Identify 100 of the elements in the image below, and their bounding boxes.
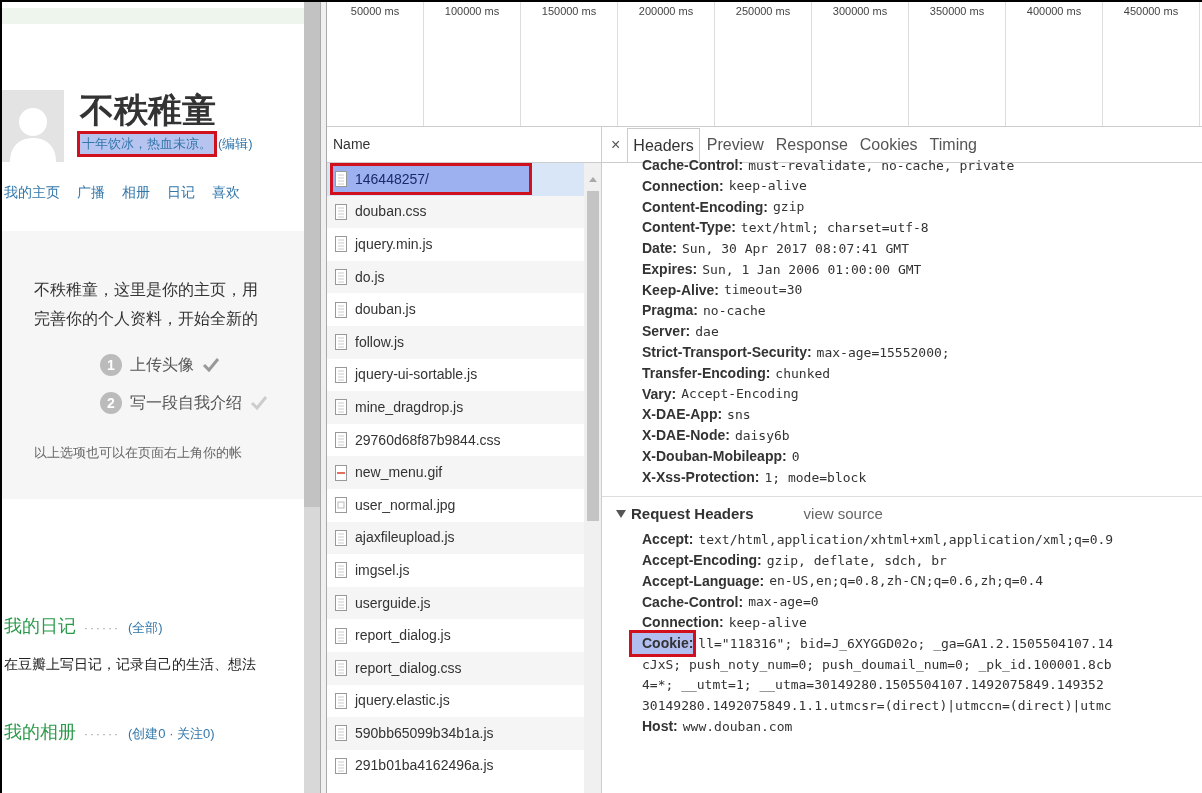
header-value: Accept-Encoding [681,385,799,404]
request-row[interactable]: do.js [327,260,584,294]
timeline-tick: 150000 ms [541,4,597,16]
document-icon [335,334,347,351]
request-name: jquery.min.js [355,235,433,254]
nav-link[interactable]: 相册 [122,182,150,203]
header-value: 0 [791,447,800,466]
document-icon [335,725,347,742]
request-name: do.js [355,267,385,287]
header-key: Accept-Language: [642,570,765,592]
header-key: X-Douban-Mobileapp: [642,446,787,468]
header-key: X-Xss-Protection: [642,466,760,488]
request-name: ajaxfileupload.js [355,528,455,548]
request-row[interactable]: 146448257/ [327,163,584,196]
view-source-link[interactable]: view source [803,502,883,526]
nav-link[interactable]: 我的主页 [4,182,60,203]
request-name: jquery-ui-sortable.js [355,365,478,385]
column-header[interactable]: Name [333,134,371,155]
header-key: Cache-Control: [642,591,744,613]
scrollbar[interactable] [304,2,320,793]
header-key: Vary: [642,383,677,405]
header-value: daisy6b [734,427,790,445]
profile-name: 不秩稚童 [80,90,217,130]
header-key: Cookie: [632,633,694,655]
header-value: 30149280.1492075849.1.1.utmcsr=(direct)|utmccn=(direct)|utmc [642,697,1112,716]
header-key: Accept: [642,529,694,551]
request-row[interactable]: douban.css [327,195,584,229]
section-heading: Request Headers [631,503,754,524]
step-label: 写一段自我介绍 [130,393,242,413]
request-name: jquery.elastic.js [355,691,450,711]
section-link[interactable]: (全部) [128,618,163,638]
header-value: no-cache [703,302,766,321]
request-name: 146448257/ [355,169,429,189]
header-value: Sun, 1 Jan 2006 01:00:00 GMT [702,260,922,279]
header-value: 4=*; __utmt=1; __utma=30149280.1505504107.1492075849.149352 [642,676,1104,695]
document-icon [335,399,347,416]
header-value: cJxS; push_noty_num=0; push_doumail_num=0; _pk_id.100001.8cb [642,655,1112,674]
header-value: chunked [775,364,831,383]
request-row[interactable]: new_menu.gif [327,456,584,489]
request-row[interactable]: report_dialog.css [327,651,584,685]
request-name: douban.css [355,202,427,222]
request-row[interactable]: ajaxfileupload.js [327,521,584,555]
header-key: Server: [642,321,691,343]
timeline-tick: 300000 ms [832,4,888,16]
scroll-up-icon[interactable] [587,175,598,183]
document-icon [335,627,347,644]
section-link[interactable]: (创建0 · 关注0) [128,724,215,744]
request-row[interactable]: mine_dragdrop.js [327,391,584,424]
nav-link[interactable]: 日记 [167,182,195,203]
header-key: Connection: [642,612,724,634]
header-key: Host: [642,716,678,738]
image-file-icon [335,497,347,514]
hint-text: 以上选项也可以在页面右上角你的帐 [34,444,243,462]
document-icon [335,203,347,220]
nav-link[interactable]: 喜欢 [212,182,240,203]
header-key: Strict-Transport-Security: [642,342,812,364]
header-value: keep-alive [728,614,807,633]
profile-bio: 十年饮冰，热血未凉。 [80,134,214,154]
document-icon [335,171,347,188]
edit-link[interactable]: (编辑) [218,134,253,154]
request-row[interactable]: 590bb65099b34b1a.js [327,717,584,750]
header-value: gzip [773,198,805,217]
scrollbar-thumb[interactable] [304,2,320,507]
document-icon [335,366,347,383]
document-icon [335,692,347,709]
nav-link[interactable]: 广播 [77,182,105,203]
document-icon [335,432,347,449]
request-name: douban.js [355,300,416,320]
header-key: Content-Type: [642,217,736,239]
header-value: gzip, deflate, sdch, br [766,551,947,570]
list-scrollbar[interactable] [584,163,601,793]
request-name: 291b01ba4162496a.js [355,756,494,776]
header-key: Expires: [642,258,698,280]
timeline-tick: 450000 ms [1123,4,1179,16]
header-value: en-US,en;q=0.8,zh-CN;q=0.6,zh;q=0.4 [769,572,1044,591]
header-value: www.douban.com [682,718,793,737]
header-value: text/html,application/xhtml+xml,application/xml;q=0.9 [698,530,1114,549]
request-name: mine_dragdrop.js [355,397,464,417]
header-key: X-DAE-App: [642,404,723,426]
section-title: 我的相册 [4,721,76,744]
header-value: max-age=0 [748,593,819,612]
header-key: Pragma: [642,300,699,322]
header-value: timeout=30 [724,281,803,300]
close-button[interactable]: × [606,127,626,162]
request-row[interactable]: follow.js [327,325,584,359]
request-name: new_menu.gif [355,463,443,483]
section-text: 在豆瓣上写日记，记录自己的生活、想法 [4,655,257,674]
document-icon [335,269,347,286]
document-icon [335,660,347,677]
request-row[interactable]: userguide.js [327,586,584,620]
document-icon [335,595,347,611]
disclosure-triangle-icon[interactable] [616,509,626,519]
document-icon [335,758,347,774]
header-key: Date: [642,238,677,260]
header-key: Connection: [642,175,724,197]
header-value: max-age=15552000; [816,343,950,362]
header-value: 1; mode=block [764,468,867,487]
document-icon [335,301,347,318]
timeline-tick: 400000 ms [1026,4,1082,16]
scrollbar-thumb[interactable] [586,191,599,521]
